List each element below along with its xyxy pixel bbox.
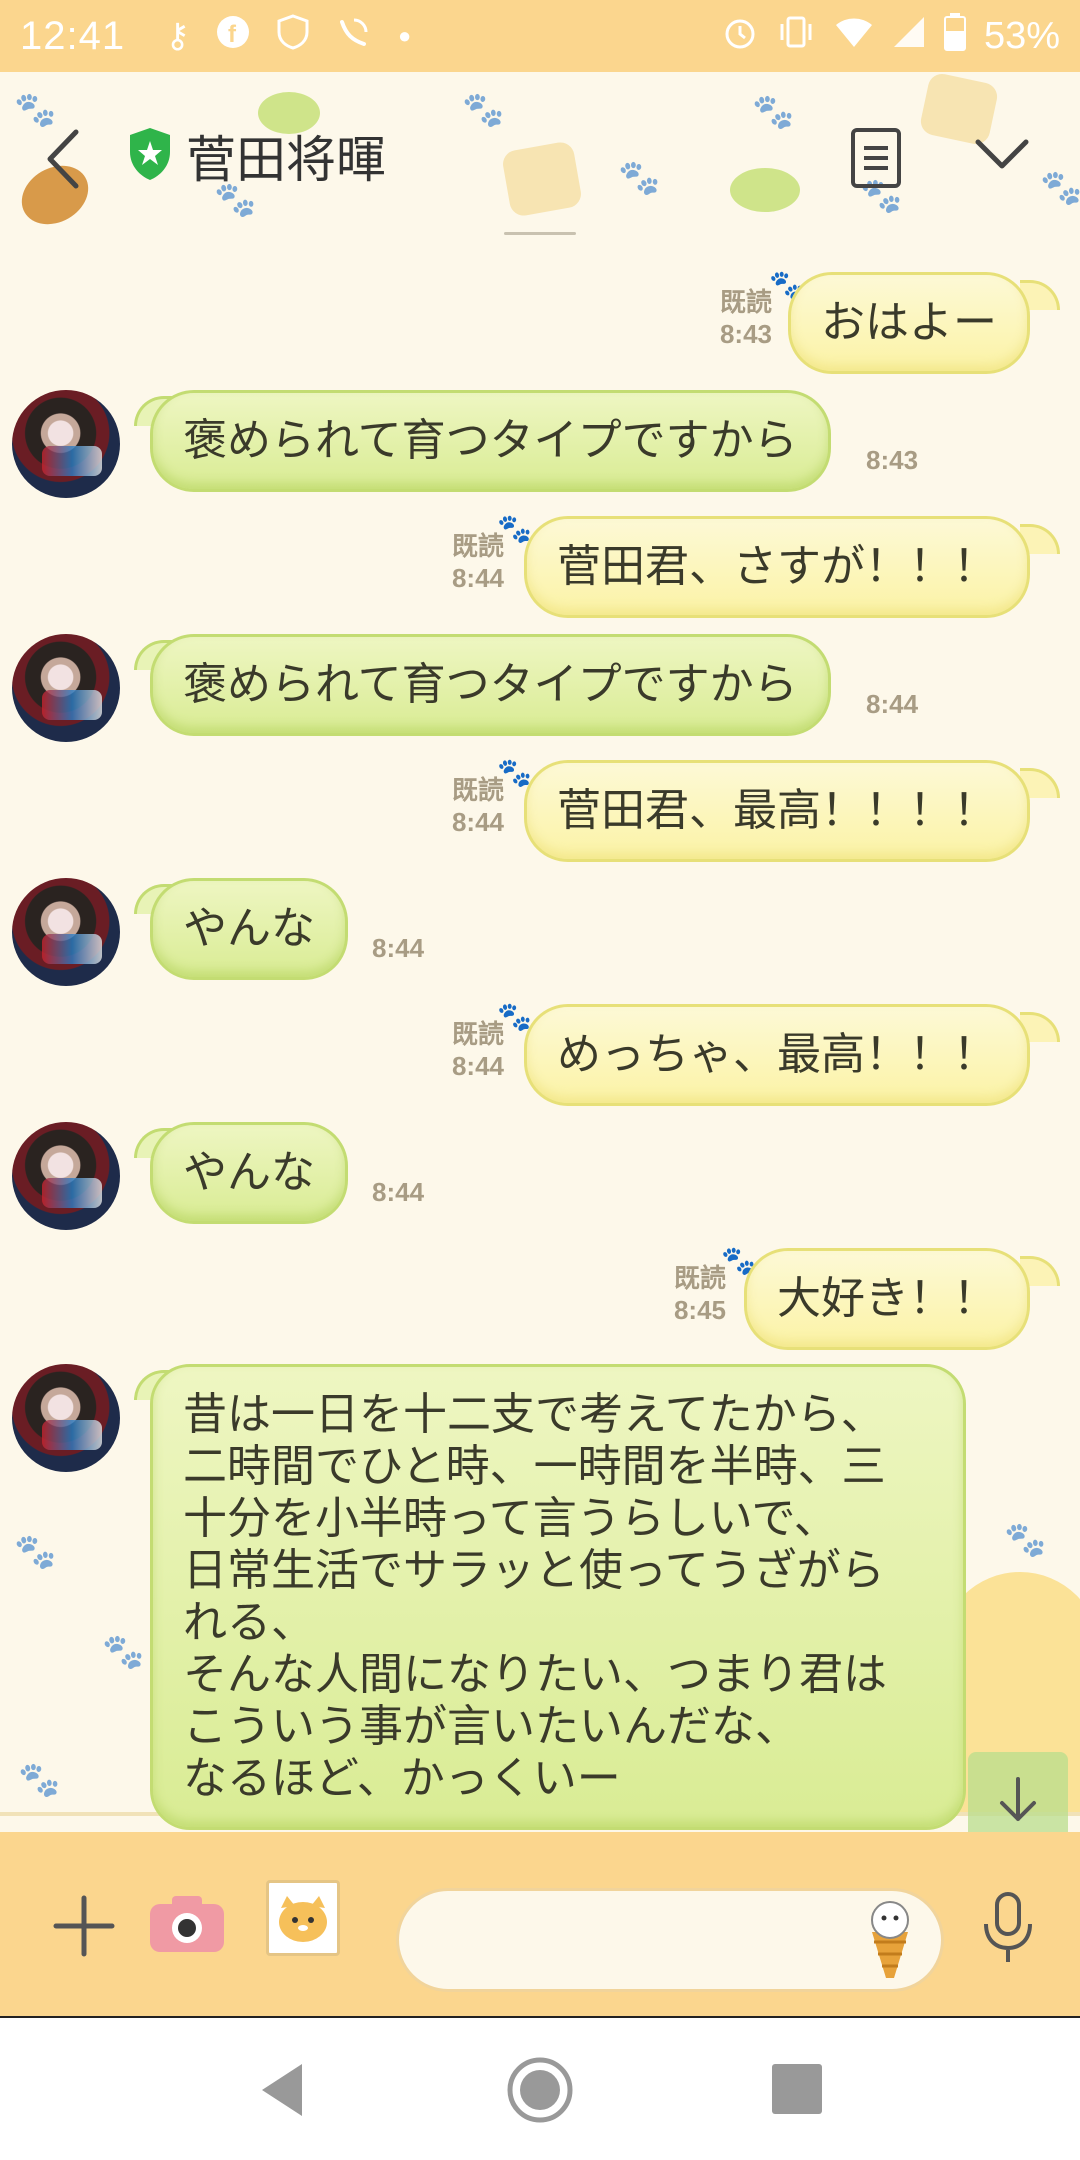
sent-message-bubble[interactable]: めっちゃ、最高！！！	[524, 1004, 1030, 1106]
shield-badge-icon	[276, 13, 310, 59]
paw-badge-icon: 🐾	[497, 756, 532, 789]
emoji-button[interactable]	[858, 1898, 922, 1982]
chat-header: 菅田将暉	[0, 72, 1080, 242]
sent-message-bubble[interactable]: 大好き！！	[744, 1248, 1030, 1350]
back-triangle-icon	[262, 2064, 302, 2116]
message-time: 8:44	[451, 807, 504, 837]
emoji-icon	[871, 1901, 909, 1978]
signal-icon	[892, 15, 926, 58]
battery-percent: 53%	[983, 14, 1060, 57]
plus-icon	[53, 1895, 115, 1957]
status-bar: 12:41 ⚷ f ● 53%	[0, 0, 1080, 72]
camera-icon	[150, 1896, 224, 1952]
arrow-down-icon	[1000, 1777, 1036, 1821]
message-time: 8:44	[372, 1177, 425, 1207]
received-message-bubble[interactable]: やんな	[150, 878, 348, 980]
attach-button[interactable]	[50, 1892, 118, 1960]
back-button[interactable]	[36, 124, 96, 194]
message-time: 8:43	[719, 319, 772, 349]
menu-toggle-button[interactable]	[972, 134, 1032, 174]
microphone-icon	[984, 1892, 1032, 1962]
home-circle-icon	[507, 2057, 573, 2123]
alarm-icon	[722, 14, 758, 59]
facebook-icon: f	[216, 15, 250, 58]
paw-badge-icon: 🐾	[497, 512, 532, 545]
notes-icon	[851, 128, 901, 188]
sticker-button[interactable]	[266, 1880, 340, 1956]
sent-message-bubble[interactable]: 菅田君、最高！！！！	[524, 760, 1030, 862]
key-icon: ⚷	[165, 17, 191, 55]
microphone-button[interactable]	[980, 1890, 1036, 1966]
system-nav-bar	[0, 2016, 1080, 2160]
chevron-down-icon	[975, 139, 1029, 169]
read-receipt: 既読	[719, 287, 772, 317]
dot-icon: ●	[398, 23, 412, 48]
sent-message-bubble[interactable]: 菅田君、さすが！！！	[524, 516, 1030, 618]
wifi-icon	[834, 15, 874, 58]
paw-badge-icon: 🐾	[497, 1000, 532, 1033]
notes-button[interactable]	[848, 126, 904, 190]
camera-button[interactable]	[146, 1892, 228, 1956]
chevron-left-icon	[47, 129, 79, 189]
contact-avatar[interactable]	[12, 878, 120, 986]
message-time: 8:44	[866, 689, 919, 719]
contact-avatar[interactable]	[12, 1122, 120, 1230]
contact-avatar[interactable]	[12, 1364, 120, 1472]
nav-back-button[interactable]	[254, 2060, 310, 2120]
received-message-bubble[interactable]: やんな	[150, 1122, 348, 1224]
received-message-bubble[interactable]: 褒められて育つタイプですから	[150, 634, 831, 736]
message-time: 8:45	[673, 1295, 726, 1325]
vibrate-icon	[776, 14, 816, 59]
received-message-bubble[interactable]: 褒められて育つタイプですから	[150, 390, 831, 492]
contact-avatar[interactable]	[12, 390, 120, 498]
svg-text:f: f	[228, 21, 237, 48]
status-time: 12:41	[20, 13, 126, 58]
sticker-icon	[279, 1896, 327, 1942]
message-input-bar	[0, 1832, 1080, 2016]
message-meta: 既読 8:43	[720, 286, 772, 350]
chat-title[interactable]: 菅田将暉	[186, 120, 386, 192]
sent-message-bubble[interactable]: おはよー	[788, 272, 1030, 374]
wifi-calling-icon	[336, 14, 372, 59]
received-message-bubble[interactable]: 昔は一日を十二支で考えてたから、 二時間でひと時、一時間を半時、三 十分を小半時…	[150, 1364, 966, 1830]
battery-icon	[943, 12, 966, 60]
nav-home-button[interactable]	[506, 2056, 574, 2124]
shield-star-icon	[126, 126, 174, 182]
message-list: 既読 8:43 🐾 おはよー 褒められて育つタイプですから 8:43 既読 8:…	[0, 242, 1080, 1832]
header-handle	[504, 232, 576, 235]
message-time: 8:44	[451, 1051, 504, 1081]
contact-avatar[interactable]	[12, 634, 120, 742]
read-receipt: 既読	[673, 1263, 726, 1293]
message-time: 8:44	[451, 563, 504, 593]
message-time: 8:43	[866, 445, 919, 475]
recents-square-icon[interactable]	[772, 2064, 822, 2114]
message-time: 8:44	[372, 933, 425, 963]
message-meta: 既読 8:45	[674, 1262, 726, 1326]
